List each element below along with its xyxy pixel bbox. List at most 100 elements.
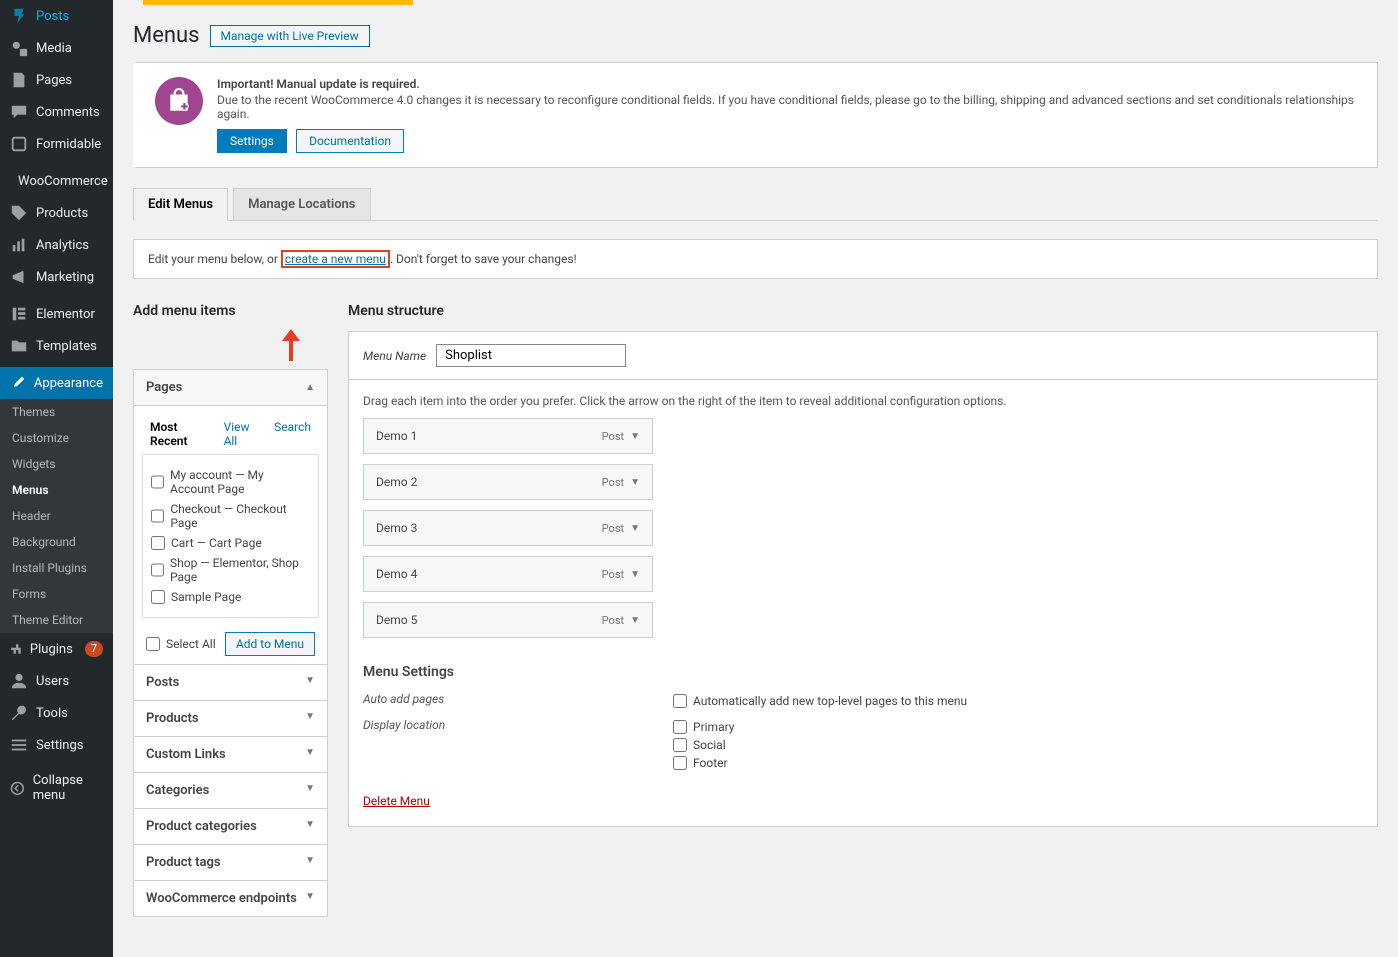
page-icon (10, 71, 28, 89)
submenu-background[interactable]: Background (0, 529, 113, 555)
location-footer[interactable]: Footer (673, 754, 734, 772)
page-item[interactable]: My account — My Account Page (151, 465, 310, 499)
folder-icon (10, 337, 28, 355)
sidebar-item-products[interactable]: Products (0, 197, 113, 229)
form-icon (10, 135, 28, 153)
add-to-menu-button[interactable]: Add to Menu (225, 632, 315, 656)
sidebar-item-elementor[interactable]: Elementor (0, 298, 113, 330)
plugin-icon (10, 640, 22, 658)
sidebar-item-pages[interactable]: Pages (0, 64, 113, 96)
menu-item[interactable]: Demo 2Post▼ (363, 464, 653, 500)
page-item[interactable]: Shop — Elementor, Shop Page (151, 553, 310, 587)
sidebar-item-posts[interactable]: Posts (0, 0, 113, 32)
submenu-forms[interactable]: Forms (0, 581, 113, 607)
page-checkbox[interactable] (151, 475, 164, 489)
caret-down-icon: ▼ (630, 523, 640, 534)
live-preview-button[interactable]: Manage with Live Preview (210, 25, 370, 47)
page-item[interactable]: Cart — Cart Page (151, 533, 310, 553)
submenu-themes[interactable]: Themes (0, 399, 113, 425)
sidebar-item-marketing[interactable]: Marketing (0, 261, 113, 293)
notice-docs-button[interactable]: Documentation (296, 129, 404, 153)
subtab-recent[interactable]: Most Recent (150, 420, 212, 448)
subtab-search[interactable]: Search (274, 420, 311, 448)
sidebar-item-appearance[interactable]: Appearance (0, 367, 113, 399)
caret-down-icon: ▼ (630, 615, 640, 626)
menu-name-input[interactable] (436, 344, 626, 367)
admin-sidebar: Posts Media Pages Comments Formidable Wo… (0, 0, 113, 957)
brush-icon (10, 374, 26, 392)
sidebar-item-media[interactable]: Media (0, 32, 113, 64)
caret-down-icon: ▼ (305, 783, 315, 798)
pages-accordion-header[interactable]: Pages▲ (134, 370, 327, 406)
highlight-arrow (282, 331, 300, 369)
sidebar-item-users[interactable]: Users (0, 665, 113, 697)
accordion-products[interactable]: Products▼ (133, 701, 328, 737)
submenu-widgets[interactable]: Widgets (0, 451, 113, 477)
elementor-icon (10, 305, 28, 323)
yellow-bar (143, 0, 413, 5)
create-menu-highlight: create a new menu (281, 250, 390, 268)
page-item[interactable]: Sample Page (151, 587, 310, 607)
sidebar-item-templates[interactable]: Templates (0, 330, 113, 362)
collapse-icon (10, 779, 25, 797)
caret-up-icon: ▲ (305, 382, 315, 393)
menu-item[interactable]: Demo 1Post▼ (363, 418, 653, 454)
user-icon (10, 672, 28, 690)
sidebar-item-tools[interactable]: Tools (0, 697, 113, 729)
accordion-custom-links[interactable]: Custom Links▼ (133, 737, 328, 773)
accordion-posts[interactable]: Posts▼ (133, 665, 328, 701)
sidebar-item-settings[interactable]: Settings (0, 729, 113, 761)
location-social[interactable]: Social (673, 736, 734, 754)
submenu-header[interactable]: Header (0, 503, 113, 529)
tab-manage-locations[interactable]: Manage Locations (233, 188, 370, 221)
menu-panel: Menu Name Drag each item into the order … (348, 331, 1378, 827)
pages-checklist: My account — My Account Page Checkout — … (142, 454, 319, 618)
menu-item[interactable]: Demo 5Post▼ (363, 602, 653, 638)
tool-icon (10, 704, 28, 722)
page-checkbox[interactable] (151, 590, 165, 604)
submenu-theme-editor[interactable]: Theme Editor (0, 607, 113, 633)
submenu-menus[interactable]: Menus (0, 477, 113, 503)
notice-settings-button[interactable]: Settings (217, 129, 287, 153)
accordion-wc-endpoints[interactable]: WooCommerce endpoints▼ (133, 881, 328, 917)
menu-name-label: Menu Name (363, 349, 426, 363)
settings-icon (10, 736, 28, 754)
auto-add-label: Auto add pages (363, 692, 673, 710)
appearance-submenu: Themes Customize Widgets Menus Header Ba… (0, 399, 113, 633)
submenu-customize[interactable]: Customize (0, 425, 113, 451)
collapse-menu[interactable]: Collapse menu (0, 766, 113, 810)
accordion-product-tags[interactable]: Product tags▼ (133, 845, 328, 881)
select-all-checkbox[interactable]: Select All (146, 634, 216, 654)
pages-accordion: Pages▲ Most Recent View All Search My ac… (133, 369, 328, 665)
sidebar-item-formidable[interactable]: Formidable (0, 128, 113, 160)
sidebar-item-plugins[interactable]: Plugins7 (0, 633, 113, 665)
tab-edit-menus[interactable]: Edit Menus (133, 188, 228, 221)
location-primary[interactable]: Primary (673, 718, 734, 736)
menu-item[interactable]: Demo 4Post▼ (363, 556, 653, 592)
page-item[interactable]: Checkout — Checkout Page (151, 499, 310, 533)
page-checkbox[interactable] (151, 509, 164, 523)
display-location-label: Display location (363, 718, 673, 772)
subtab-viewall[interactable]: View All (224, 420, 263, 448)
delete-menu-link[interactable]: Delete Menu (349, 776, 444, 826)
sidebar-item-woocommerce[interactable]: WooCommerce (0, 165, 113, 197)
sidebar-item-comments[interactable]: Comments (0, 96, 113, 128)
chart-icon (10, 236, 28, 254)
page-checkbox[interactable] (151, 536, 165, 550)
submenu-install-plugins[interactable]: Install Plugins (0, 555, 113, 581)
accordion-categories[interactable]: Categories▼ (133, 773, 328, 809)
media-icon (10, 39, 28, 57)
update-notice: Important! Manual update is required. Du… (133, 62, 1378, 168)
caret-down-icon: ▼ (630, 569, 640, 580)
create-menu-link[interactable]: create a new menu (285, 252, 386, 266)
drag-help-text: Drag each item into the order you prefer… (349, 380, 1377, 418)
menu-item[interactable]: Demo 3Post▼ (363, 510, 653, 546)
accordion-product-categories[interactable]: Product categories▼ (133, 809, 328, 845)
notice-bag-icon (155, 77, 203, 125)
auto-add-checkbox[interactable]: Automatically add new top-level pages to… (673, 692, 967, 710)
sidebar-item-analytics[interactable]: Analytics (0, 229, 113, 261)
notice-text: Due to the recent WooCommerce 4.0 change… (217, 93, 1359, 121)
product-icon (10, 204, 28, 222)
caret-down-icon: ▼ (305, 891, 315, 906)
page-checkbox[interactable] (151, 563, 164, 577)
